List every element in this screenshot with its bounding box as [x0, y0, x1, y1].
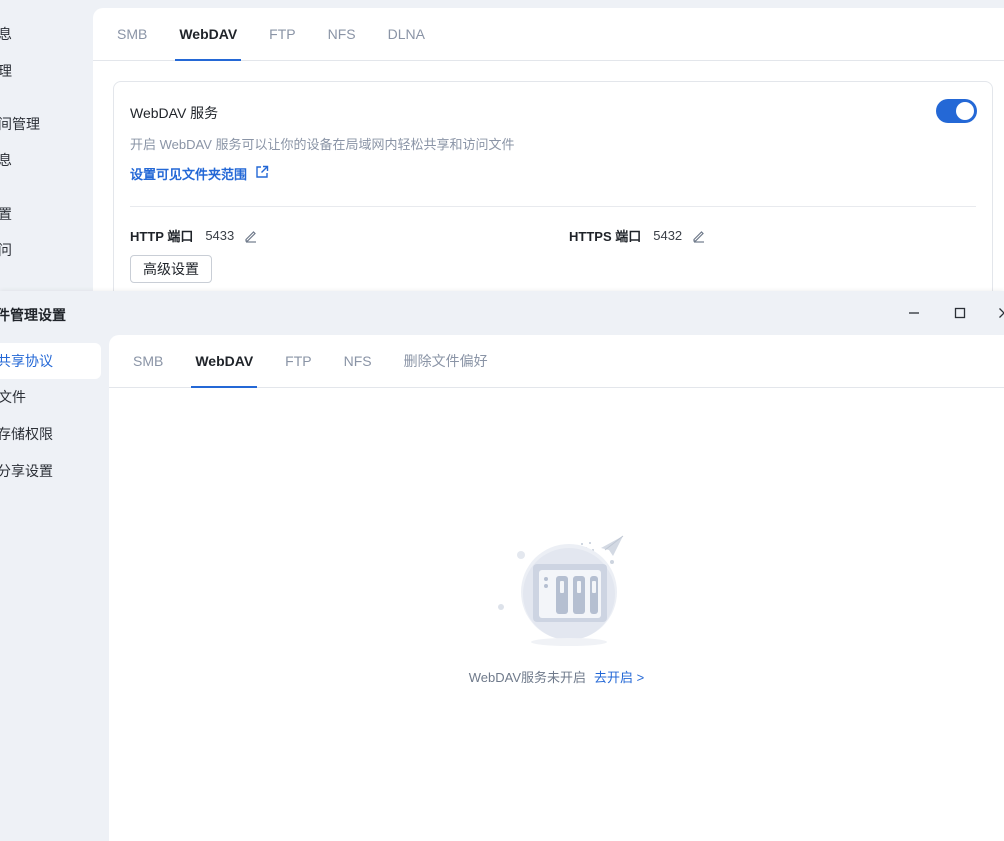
empty-state: WebDAV服务未开启 去开启 >: [109, 530, 1004, 686]
fg-tab-bar: SMB WebDAV FTP NFS 删除文件偏好: [109, 335, 1004, 388]
tab-webdav[interactable]: WebDAV: [191, 335, 258, 388]
fg-main-panel: SMB WebDAV FTP NFS 删除文件偏好 WebDAV服务未开启 去开…: [109, 335, 1004, 841]
bg-sidebar-item-5[interactable]: 置: [0, 206, 12, 222]
http-port-row: HTTP 端口 5433: [130, 226, 258, 245]
background-window: 息 理 间管理 息 置 问 SMB WebDAV FTP NFS DLNA We…: [0, 0, 1004, 291]
bg-sidebar-item-3[interactable]: 间管理: [0, 116, 40, 132]
sidebar-item-label: 分享设置: [0, 463, 53, 479]
advanced-settings-button[interactable]: 高级设置: [130, 255, 212, 283]
foreground-window: 件管理设置 共享协议 文件 存储权限 分享设置 SMB WebDAV FTP N…: [0, 291, 1004, 841]
edit-icon[interactable]: [692, 229, 706, 243]
https-port-value: 5432: [653, 228, 683, 243]
bg-sidebar: 息 理 间管理 息 置 问: [0, 0, 93, 291]
folder-scope-link[interactable]: 设置可见文件夹范围: [130, 164, 269, 183]
sidebar-item-storage-permission[interactable]: 存储权限: [0, 416, 101, 452]
empty-state-message: WebDAV服务未开启 去开启 >: [469, 667, 644, 686]
minimize-icon[interactable]: [904, 303, 924, 323]
enable-service-link[interactable]: 去开启 >: [594, 670, 644, 685]
service-title: WebDAV 服务: [130, 105, 219, 121]
toggle-knob: [956, 102, 974, 120]
edit-icon[interactable]: [244, 229, 258, 243]
bg-main-panel: SMB WebDAV FTP NFS DLNA WebDAV 服务 开启 Web…: [93, 8, 1004, 291]
bg-tab-ftp[interactable]: FTP: [265, 8, 299, 60]
tab-delete-file-preference[interactable]: 删除文件偏好: [400, 335, 492, 387]
bg-tab-dlna[interactable]: DLNA: [384, 8, 429, 60]
sidebar-item-label: 文件: [0, 389, 26, 405]
tab-ftp[interactable]: FTP: [281, 335, 315, 387]
close-icon[interactable]: [994, 303, 1004, 323]
service-description: 开启 WebDAV 服务可以让你的设备在局域网内轻松共享和访问文件: [130, 137, 515, 152]
sidebar-item-label: 共享协议: [0, 353, 53, 369]
bg-sidebar-item-1[interactable]: 息: [0, 26, 12, 42]
bg-sidebar-item-2[interactable]: 理: [0, 63, 12, 79]
webdav-service-card: WebDAV 服务 开启 WebDAV 服务可以让你的设备在局域网内轻松共享和访…: [113, 81, 993, 291]
maximize-icon[interactable]: [950, 303, 970, 323]
external-link-icon: [255, 165, 269, 182]
sidebar-item-label: 存储权限: [0, 426, 53, 442]
bg-tab-bar: SMB WebDAV FTP NFS DLNA: [93, 8, 1004, 61]
window-title: 件管理设置: [0, 307, 66, 323]
sidebar-item-files[interactable]: 文件: [0, 379, 101, 415]
bg-sidebar-item-6[interactable]: 问: [0, 242, 12, 258]
bg-sidebar-item-4[interactable]: 息: [0, 152, 12, 168]
bg-tab-smb[interactable]: SMB: [113, 8, 151, 60]
bg-tab-webdav[interactable]: WebDAV: [175, 8, 242, 61]
tab-smb[interactable]: SMB: [129, 335, 167, 387]
service-toggle[interactable]: [936, 99, 977, 123]
tab-nfs[interactable]: NFS: [340, 335, 376, 387]
https-port-row: HTTPS 端口 5432: [569, 226, 706, 245]
empty-state-label: WebDAV服务未开启: [468, 670, 587, 685]
nas-illustration-icon: [487, 530, 627, 655]
http-port-value: 5433: [205, 228, 235, 243]
https-port-label: HTTPS 端口: [569, 229, 642, 244]
http-port-label: HTTP 端口: [130, 229, 194, 244]
bg-tab-nfs[interactable]: NFS: [324, 8, 360, 60]
sidebar-item-share-protocol[interactable]: 共享协议: [0, 343, 101, 379]
folder-scope-link-label: 设置可见文件夹范围: [130, 167, 248, 182]
sidebar-item-share-settings[interactable]: 分享设置: [0, 453, 101, 489]
card-divider: [130, 206, 976, 207]
